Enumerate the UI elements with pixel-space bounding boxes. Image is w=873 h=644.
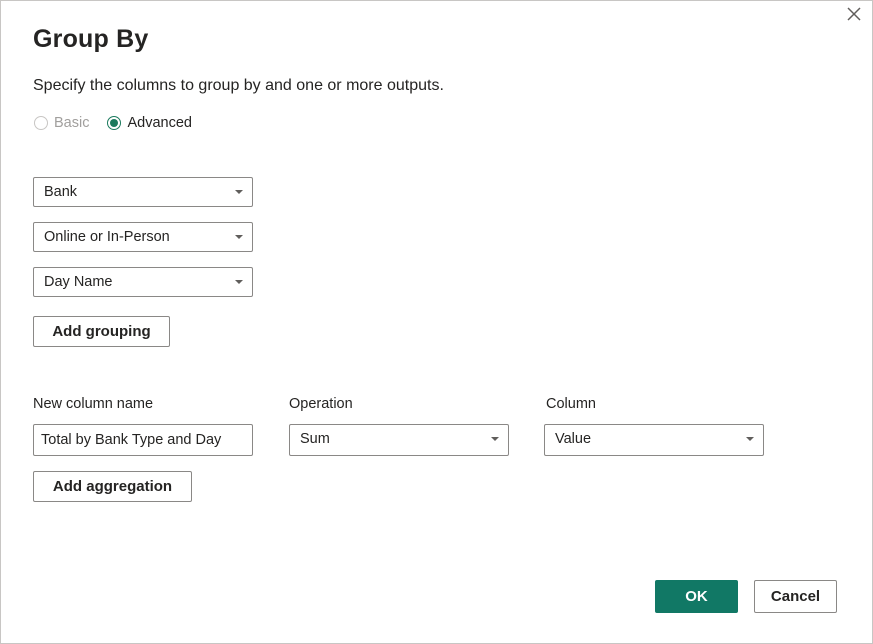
radio-circle-selected (107, 116, 122, 130)
add-grouping-button[interactable]: Add grouping (33, 316, 170, 347)
chevron-down-icon (746, 437, 754, 441)
chevron-down-icon (235, 280, 243, 284)
radio-circle (34, 116, 48, 130)
operation-select[interactable]: Sum (289, 424, 509, 456)
column-select-value: Value (555, 431, 592, 447)
close-button[interactable] (843, 3, 865, 25)
cancel-button[interactable]: Cancel (754, 580, 837, 613)
group-by-select-3[interactable]: Day Name (33, 267, 253, 297)
basic-radio[interactable]: Basic (34, 115, 89, 131)
group-by-select-value: Online or In-Person (44, 229, 170, 245)
column-select[interactable]: Value (544, 424, 764, 456)
operation-select-value: Sum (300, 431, 330, 447)
dialog-subtitle: Specify the columns to group by and one … (33, 77, 444, 94)
chevron-down-icon (491, 437, 499, 441)
advanced-radio[interactable]: Advanced (107, 115, 192, 131)
new-column-name-value: Total by Bank Type and Day (41, 432, 222, 448)
chevron-down-icon (235, 235, 243, 239)
advanced-radio-label: Advanced (127, 115, 192, 131)
ok-button[interactable]: OK (655, 580, 738, 613)
group-by-select-1[interactable]: Bank (33, 177, 253, 207)
operation-header: Operation (289, 396, 353, 412)
group-by-dialog: Group By Specify the columns to group by… (0, 0, 873, 644)
group-by-select-value: Bank (44, 184, 78, 200)
group-by-select-value: Day Name (44, 274, 113, 290)
add-aggregation-button[interactable]: Add aggregation (33, 471, 192, 502)
group-by-select-2[interactable]: Online or In-Person (33, 222, 253, 252)
column-header: Column (546, 396, 596, 412)
dialog-title: Group By (33, 25, 149, 53)
chevron-down-icon (235, 190, 243, 194)
new-column-name-input[interactable]: Total by Bank Type and Day (33, 424, 253, 456)
new-column-name-header: New column name (33, 396, 154, 412)
close-icon (847, 7, 861, 21)
basic-radio-label: Basic (54, 115, 90, 131)
mode-radio-group: Basic Advanced (34, 115, 192, 131)
